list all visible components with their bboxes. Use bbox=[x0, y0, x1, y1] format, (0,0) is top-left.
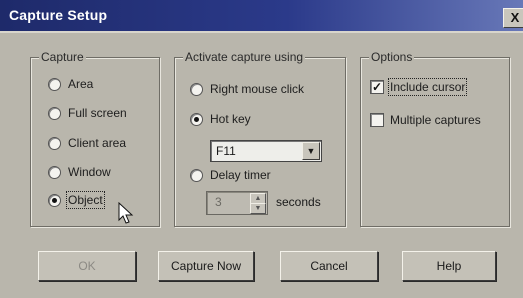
capture-now-button[interactable]: Capture Now bbox=[158, 251, 254, 281]
help-button[interactable]: Help bbox=[402, 251, 496, 281]
include-cursor-label: Include cursor bbox=[387, 78, 468, 96]
radio-client-area[interactable] bbox=[48, 136, 61, 150]
capture-option-label: Full screen bbox=[68, 106, 127, 120]
capture-option-label: Area bbox=[68, 77, 94, 91]
capture-option-object[interactable]: Object bbox=[48, 191, 105, 209]
seconds-label: seconds bbox=[276, 195, 321, 209]
activate-delay-timer[interactable]: Delay timer bbox=[190, 168, 271, 182]
capture-option-window[interactable]: Window bbox=[48, 165, 111, 179]
cancel-button[interactable]: Cancel bbox=[280, 251, 378, 281]
radio-hot-key[interactable] bbox=[190, 112, 203, 126]
chevron-down-icon[interactable]: ▼ bbox=[302, 142, 320, 160]
radio-right-mouse-click[interactable] bbox=[190, 82, 203, 96]
title-bar: Capture Setup X bbox=[0, 0, 523, 33]
multiple-captures-label: Multiple captures bbox=[390, 113, 481, 127]
radio-full-screen[interactable] bbox=[48, 106, 61, 120]
radio-object[interactable] bbox=[48, 193, 61, 207]
radio-area[interactable] bbox=[48, 77, 61, 91]
delay-timer-label: Delay timer bbox=[210, 168, 271, 182]
multiple-captures-checkbox[interactable] bbox=[370, 113, 384, 127]
include-cursor-option[interactable]: ✓ Include cursor bbox=[370, 78, 468, 96]
multiple-captures-option[interactable]: Multiple captures bbox=[370, 113, 481, 127]
hot-key-select[interactable]: F11 ▼ bbox=[210, 140, 322, 162]
activate-right-mouse-click[interactable]: Right mouse click bbox=[190, 82, 304, 96]
hot-key-label: Hot key bbox=[210, 112, 251, 126]
spin-down-icon[interactable]: ▼ bbox=[250, 203, 266, 214]
delay-seconds-value: 3 bbox=[215, 195, 222, 209]
radio-delay-timer[interactable] bbox=[190, 168, 203, 182]
capture-option-client-area[interactable]: Client area bbox=[48, 136, 126, 150]
options-group-label: Options bbox=[369, 50, 415, 64]
mouse-pointer-icon bbox=[118, 202, 134, 224]
capture-option-label: Client area bbox=[68, 136, 127, 150]
capture-group-label: Capture bbox=[39, 50, 86, 64]
activate-group-label: Activate capture using bbox=[183, 50, 306, 64]
include-cursor-checkbox[interactable]: ✓ bbox=[370, 80, 384, 94]
window-title: Capture Setup bbox=[9, 7, 108, 23]
checkmark-icon: ✓ bbox=[371, 80, 383, 94]
activate-hot-key[interactable]: Hot key bbox=[190, 112, 251, 126]
capture-option-label: Window bbox=[68, 165, 111, 179]
hot-key-value: F11 bbox=[216, 144, 236, 158]
radio-window[interactable] bbox=[48, 165, 61, 179]
capture-option-area[interactable]: Area bbox=[48, 77, 93, 91]
delay-seconds-spinner[interactable]: 3 ▲ ▼ bbox=[206, 191, 268, 215]
capture-option-label: Object bbox=[66, 191, 105, 209]
right-mouse-click-label: Right mouse click bbox=[210, 82, 305, 96]
close-icon[interactable]: X bbox=[503, 8, 523, 28]
ok-button[interactable]: OK bbox=[38, 251, 136, 281]
capture-option-full-screen[interactable]: Full screen bbox=[48, 106, 127, 120]
